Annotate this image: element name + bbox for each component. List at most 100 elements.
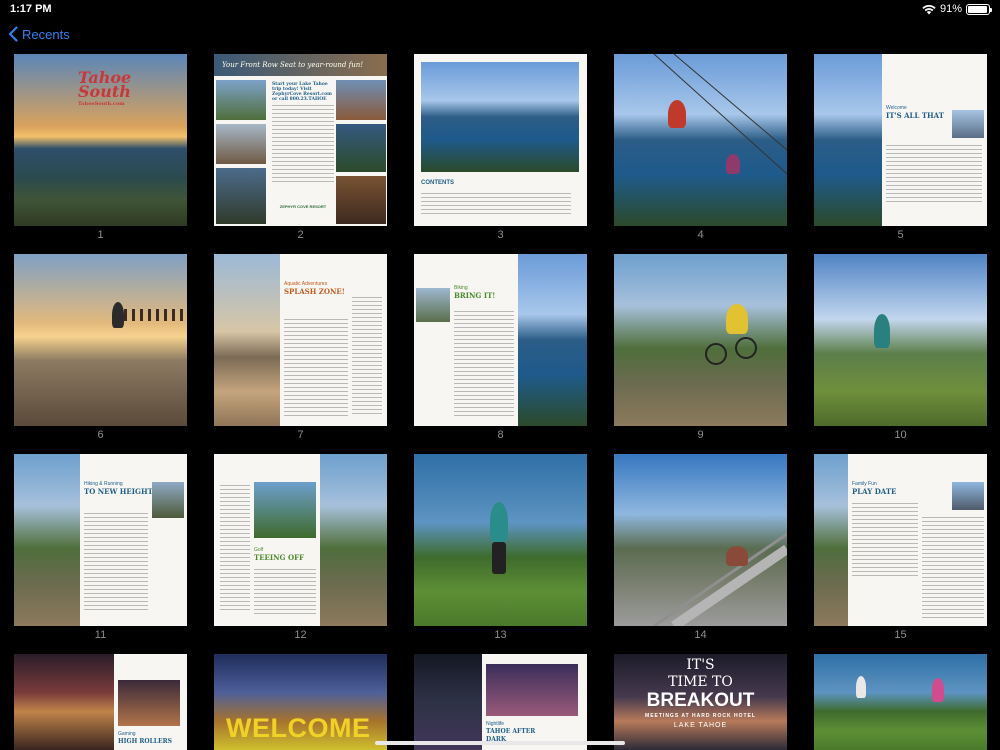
page-title: HIGH ROLLERS — [118, 738, 172, 745]
page-title: TEEING OFF — [254, 553, 305, 562]
body-text — [454, 308, 514, 418]
page-kicker: Gaming — [118, 731, 136, 737]
zipliner-figure — [668, 100, 686, 128]
page-title: IT'S ALL THAT — [886, 111, 944, 120]
status-time: 1:17 PM — [10, 3, 52, 15]
page-thumbnail-3[interactable]: CONTENTS — [414, 54, 587, 226]
inset-photo — [952, 110, 984, 138]
sidebar-text — [220, 482, 250, 612]
page-thumbnail-7[interactable]: Aquatic Adventures SPLASH ZONE! — [214, 254, 387, 426]
page-thumbnail-13[interactable] — [414, 454, 587, 626]
ad-line-2: TIME TO — [668, 674, 733, 690]
ad-line-1: IT'S — [686, 657, 715, 673]
page-thumbnail-2[interactable]: Your Front Row Seat to year-round fun! S… — [214, 54, 387, 226]
page-number: 13 — [494, 629, 507, 641]
lodge-photo — [336, 176, 386, 224]
golf-photo — [814, 654, 987, 750]
page-number: 10 — [894, 429, 907, 441]
page-kicker: Nightlife — [486, 721, 505, 727]
golfer-figure — [856, 676, 866, 698]
page-thumbnail-15[interactable]: Family Fun PLAY DATE — [814, 454, 987, 626]
ad-line-4: MEETINGS AT HARD ROCK HOTEL — [645, 713, 756, 719]
golf-photo — [254, 482, 316, 538]
page-thumbnail-18[interactable]: Nightlife TAHOE AFTER DARK — [414, 654, 587, 750]
coaster-track — [653, 532, 787, 626]
sidebar-text — [352, 294, 382, 414]
golfer-legs — [492, 542, 506, 574]
beach-photo — [14, 254, 187, 426]
page-thumbnail-9[interactable] — [614, 254, 787, 426]
page-thumbnail-11[interactable]: Hiking & Running TO NEW HEIGHTS — [14, 454, 187, 626]
bike-wheels — [705, 337, 757, 365]
page-thumbnail-1[interactable]: Tahoe South TahoeSouth.com — [14, 54, 187, 226]
battery-icon — [966, 3, 992, 15]
pier-photo — [214, 254, 280, 426]
page-thumbnail-8[interactable]: Biking BRING IT! — [414, 254, 587, 426]
page-thumbnail-16[interactable]: Gaming HIGH ROLLERS — [14, 654, 187, 750]
tahoe-south-logo: Tahoe South TahoeSouth.com — [78, 70, 131, 108]
page-thumbnail-4[interactable] — [614, 54, 787, 226]
inset-photo — [118, 680, 180, 726]
body-text — [852, 500, 918, 578]
page-title: BRING IT! — [454, 291, 496, 300]
zipliner-figure — [726, 154, 740, 174]
page-thumbnail-14[interactable] — [614, 454, 787, 626]
casino-photo — [14, 654, 114, 750]
runner-figure — [112, 302, 124, 328]
page-thumbnail-10[interactable] — [814, 254, 987, 426]
page-headline: Start your Lake Tahoe trip today! Visit … — [272, 82, 332, 102]
page-thumbnail-5[interactable]: Welcome IT'S ALL THAT — [814, 54, 987, 226]
concert-photo — [486, 664, 578, 716]
golf-course-photo — [320, 454, 387, 626]
back-button[interactable]: Recents — [8, 26, 70, 42]
page-thumbnail-19[interactable]: IT'S TIME TO BREAKOUT MEETINGS AT HARD R… — [614, 654, 787, 750]
battery-level — [968, 5, 987, 13]
lake-photo — [518, 254, 587, 426]
welcome-headline: WELCOME — [226, 713, 371, 743]
resort-logo: ZEPHYR COVE RESORT — [279, 204, 327, 209]
status-indicators: 91% — [922, 3, 992, 15]
page-number: 15 — [894, 629, 907, 641]
page-number: 14 — [694, 629, 707, 641]
page-thumbnail-12[interactable]: Golf TEEING OFF — [214, 454, 387, 626]
boat-photo — [216, 168, 266, 224]
page-thumbnail-17[interactable]: WELCOME — [214, 654, 387, 750]
page-number: 9 — [697, 429, 704, 441]
page-number: 1 — [97, 229, 104, 241]
lake-photo — [421, 62, 579, 172]
page-number: 2 — [297, 229, 304, 241]
hiker-figure — [874, 314, 890, 348]
pier-image — [124, 309, 187, 321]
paddle-wheeler-photo — [336, 80, 386, 120]
body-text — [254, 566, 316, 614]
zipline-cables — [653, 54, 787, 175]
hiking-photo — [814, 254, 987, 426]
page-number: 8 — [497, 429, 504, 441]
page-thumbnail-20[interactable] — [814, 654, 987, 750]
page-number: 12 — [294, 629, 307, 641]
page-title: PLAY DATE — [852, 487, 897, 496]
golfer-figure — [932, 678, 944, 702]
page-title: SPLASH ZONE! — [284, 287, 345, 296]
page-thumbnail-grid: Tahoe South TahoeSouth.com 1 Your Front … — [0, 54, 1000, 750]
ad-line-5: LAKE TAHOE — [673, 722, 728, 729]
page-number: 5 — [897, 229, 904, 241]
biker-figure — [726, 304, 748, 334]
page-number: 11 — [94, 629, 107, 641]
chevron-left-icon — [8, 26, 18, 42]
nightlife-photo — [414, 654, 482, 750]
body-text — [284, 316, 348, 416]
body-text — [84, 510, 148, 610]
logo-line-2: South — [78, 82, 131, 101]
page-number: 3 — [497, 229, 504, 241]
beach-photo — [336, 124, 386, 172]
zipline-photo — [216, 80, 266, 120]
sidebar-text — [922, 514, 984, 618]
logo-url: TahoeSouth.com — [78, 101, 125, 107]
body-text — [272, 102, 334, 182]
wifi-icon — [922, 4, 936, 14]
page-number: 6 — [97, 429, 104, 441]
page-number: 4 — [697, 229, 704, 241]
home-indicator[interactable] — [375, 741, 625, 745]
page-thumbnail-6[interactable] — [14, 254, 187, 426]
